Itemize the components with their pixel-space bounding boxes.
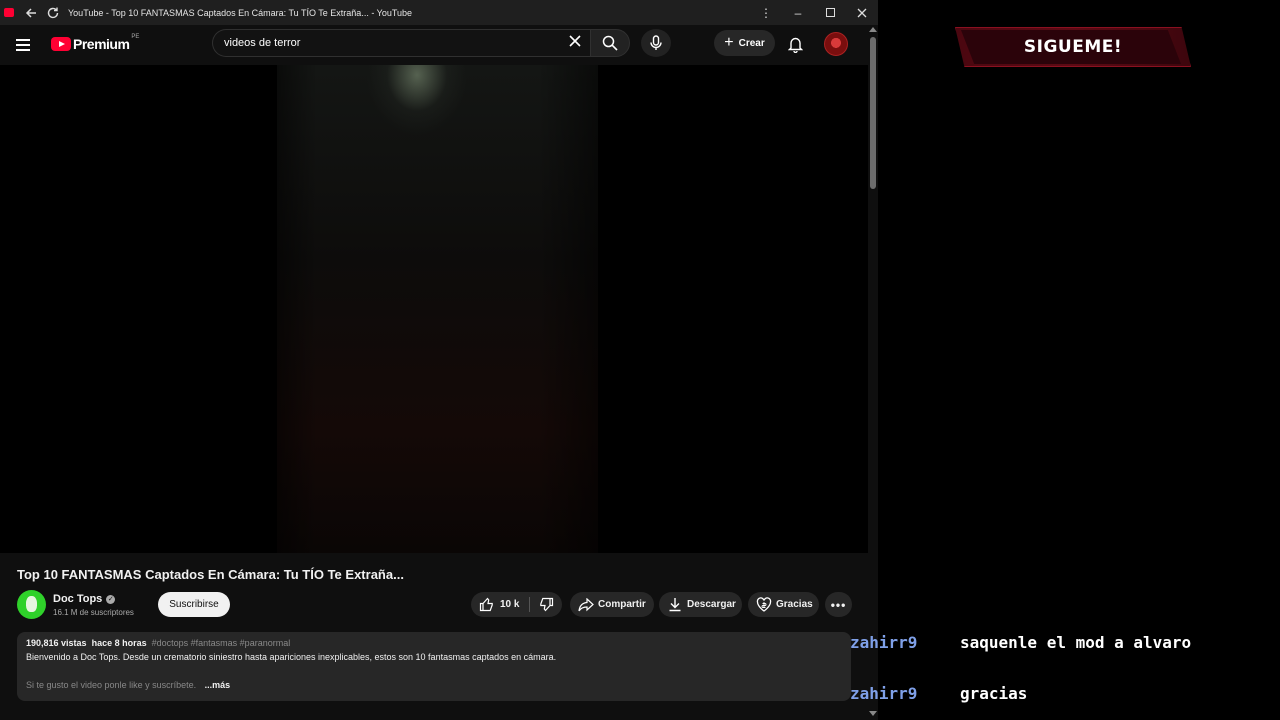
video-frame xyxy=(277,65,598,553)
screen: YouTube - Top 10 FANTASMAS Captados En C… xyxy=(0,0,1280,720)
plus-icon: + xyxy=(724,34,734,51)
download-label: Descargar xyxy=(687,599,736,610)
chat-text: saquenle el mod a alvaro xyxy=(960,633,1192,652)
mic-icon xyxy=(650,35,662,50)
chat-message: zahirr9 saquenle el mod a alvaro xyxy=(850,632,1191,654)
upload-age: hace 8 horas xyxy=(91,638,147,648)
youtube-premium-logo[interactable]: Premium PE xyxy=(51,34,140,52)
video-description[interactable]: 190,816 vistas hace 8 horas #doctops #fa… xyxy=(17,632,851,701)
chat-message: zahirr9 gracias xyxy=(850,683,1027,705)
like-dislike-group: 10 k xyxy=(471,592,562,617)
channel-name-row: Doc Tops ✓ xyxy=(53,593,116,605)
description-line-2: Si te gusto el video ponle like y suscrí… xyxy=(26,680,230,690)
hashtags[interactable]: #doctops #fantasmas #paranormal xyxy=(152,638,291,648)
youtube-play-icon xyxy=(51,37,71,51)
menu-icon[interactable] xyxy=(16,35,36,55)
download-icon xyxy=(669,598,681,612)
chat-text: gracias xyxy=(960,684,1028,703)
more-icon[interactable]: ••• xyxy=(825,592,852,617)
chat-username: zahirr9 xyxy=(850,684,918,703)
share-button[interactable]: Compartir xyxy=(570,592,654,617)
clear-icon[interactable] xyxy=(568,34,582,48)
video-title: Top 10 FANTASMAS Captados En Cámara: Tu … xyxy=(17,567,404,582)
search-box[interactable] xyxy=(212,29,590,57)
download-button[interactable]: Descargar xyxy=(659,592,742,617)
share-icon xyxy=(578,597,594,611)
description-line-2-text: Si te gusto el video ponle like y suscrí… xyxy=(26,680,197,690)
thanks-label: Gracias xyxy=(776,599,813,610)
search-button[interactable] xyxy=(590,29,630,57)
dislike-button[interactable] xyxy=(530,592,562,617)
avatar[interactable] xyxy=(824,32,848,56)
thanks-icon xyxy=(756,597,772,612)
create-button[interactable]: + Crear xyxy=(714,30,775,56)
description-meta: 190,816 vistas hace 8 horas #doctops #fa… xyxy=(26,638,290,648)
scroll-up-icon[interactable] xyxy=(869,27,877,32)
search-input[interactable] xyxy=(224,37,544,49)
browser-window: YouTube - Top 10 FANTASMAS Captados En C… xyxy=(0,0,878,720)
create-label: Crear xyxy=(738,37,765,49)
maximize-button[interactable] xyxy=(814,0,846,25)
channel-name[interactable]: Doc Tops xyxy=(53,593,102,605)
reload-icon[interactable] xyxy=(42,0,64,25)
video-player[interactable] xyxy=(0,65,868,553)
like-icon xyxy=(479,597,493,612)
logo-text: Premium xyxy=(73,36,130,52)
close-button[interactable] xyxy=(846,0,878,25)
window-controls: ⋮ – xyxy=(750,0,878,25)
youtube-header: Premium PE + Crear xyxy=(0,25,868,65)
minimize-button[interactable]: – xyxy=(782,0,814,25)
search-icon xyxy=(602,35,618,51)
follow-text: SIGUEME! xyxy=(1023,37,1123,57)
view-count: 190,816 vistas xyxy=(26,638,87,648)
back-arrow-icon[interactable] xyxy=(20,0,42,25)
title-bar: YouTube - Top 10 FANTASMAS Captados En C… xyxy=(0,0,878,25)
chat-username: zahirr9 xyxy=(850,633,918,652)
description-line-1: Bienvenido a Doc Tops. Desde un cremator… xyxy=(26,652,557,662)
subscribe-button[interactable]: Suscribirse xyxy=(158,592,230,617)
channel-avatar[interactable] xyxy=(17,590,46,619)
subscriber-count: 16.1 M de suscriptores xyxy=(53,608,134,617)
window-title: YouTube - Top 10 FANTASMAS Captados En C… xyxy=(68,7,413,18)
verified-icon: ✓ xyxy=(106,594,116,604)
follow-banner: SIGUEME! xyxy=(955,27,1191,67)
scroll-down-icon[interactable] xyxy=(869,711,877,716)
youtube-favicon-icon xyxy=(4,8,14,17)
show-more-link[interactable]: ...más xyxy=(205,680,231,690)
like-count: 10 k xyxy=(500,599,520,610)
like-button[interactable]: 10 k xyxy=(471,592,529,617)
mic-button[interactable] xyxy=(641,29,671,57)
share-label: Compartir xyxy=(598,599,646,610)
kebab-menu-icon[interactable]: ⋮ xyxy=(750,0,782,25)
thanks-button[interactable]: Gracias xyxy=(748,592,819,617)
scrollbar[interactable] xyxy=(868,25,878,720)
bell-icon[interactable] xyxy=(784,33,806,55)
scroll-thumb[interactable] xyxy=(870,37,876,189)
logo-country: PE xyxy=(131,34,140,40)
dislike-icon xyxy=(539,597,553,612)
